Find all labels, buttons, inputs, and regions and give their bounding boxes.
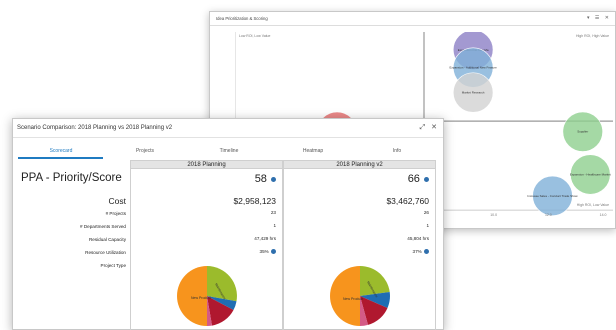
residual-capacity-value: 45,804 hrs: [407, 236, 429, 241]
bubble-label-4: Supplier: [577, 130, 588, 134]
utilization-number: 37%: [412, 249, 422, 254]
info-icon[interactable]: [424, 176, 429, 182]
project-type-label: Project Type: [100, 263, 126, 268]
bubble-label-5: Expansion - Healthcare Market: [570, 172, 611, 176]
project-type-pie-1[interactable]: New Product Maintenance: [175, 264, 239, 328]
projects-value: 23: [270, 210, 276, 215]
x-tick-label: 10.0: [490, 213, 497, 217]
departments-value: 1: [426, 223, 429, 228]
resource-utilization-label: Resource Utilization: [85, 250, 126, 255]
utilization-number: 35%: [259, 249, 269, 254]
pie-slice-orange: [330, 266, 360, 326]
back-window-title: Idea Prioritization & Scoring: [216, 16, 268, 21]
x-tick-label: 12.0: [545, 213, 552, 217]
tab-info[interactable]: Info: [367, 148, 427, 154]
scenario-column-1: 2018 Planning 58 $2,958,123 23 1 47,429 …: [130, 160, 283, 330]
row-labels: Cost # Projects # Departments Served Res…: [13, 119, 126, 330]
bubble-label-1: Expansion - Additional New Feature: [449, 66, 497, 70]
projects-value: 26: [423, 210, 429, 215]
pie-label-new-product: New Product: [191, 296, 211, 300]
quadrant-label-bottom-right: High ROI, Low Value: [577, 203, 609, 207]
tab-heatmap[interactable]: Heatmap: [283, 148, 343, 154]
scenario-column-2: 2018 Planning v2 66 $3,462,760 26 1 45,8…: [283, 160, 436, 330]
departments-value: 1: [273, 223, 276, 228]
scenario-name: 2018 Planning v2: [284, 160, 435, 169]
scenario-name: 2018 Planning: [131, 160, 282, 169]
scenario-comparison-window: Scenario Comparison: 2018 Planning vs 20…: [12, 118, 444, 330]
back-window-controls[interactable]: ▾ ☰ ✕: [587, 15, 611, 21]
score-value: 66: [408, 173, 429, 185]
score-number: 58: [254, 173, 267, 185]
tab-timeline[interactable]: Timeline: [199, 148, 259, 154]
x-tick-label: 14.0: [600, 213, 607, 217]
cost-value: $3,462,760: [386, 196, 429, 206]
back-window-titlebar: Idea Prioritization & Scoring ▾ ☰ ✕: [210, 12, 615, 26]
residual-capacity-value: 47,429 hrs: [254, 236, 276, 241]
projects-label: # Projects: [105, 211, 126, 216]
score-value: 58: [255, 173, 276, 185]
quadrant-label-top-left: Low ROI, Low Value: [239, 34, 271, 38]
cost-value: $2,958,123: [233, 196, 276, 206]
info-icon[interactable]: [271, 249, 276, 255]
resource-utilization-value: 35%: [259, 249, 276, 255]
expand-icon[interactable]: ⤢: [420, 124, 426, 131]
resource-utilization-value: 37%: [412, 249, 429, 255]
residual-capacity-label: Residual Capacity: [88, 237, 126, 242]
project-type-pie-2[interactable]: New Product Maintenance: [328, 264, 392, 328]
info-icon[interactable]: [424, 249, 429, 255]
pie-label-new-product: New Product: [343, 297, 363, 301]
close-icon[interactable]: ✕: [431, 124, 437, 131]
cost-label: Cost: [108, 196, 126, 206]
bubble-label-6: Increase Sales - Conduct Trade Show: [527, 194, 578, 198]
quadrant-label-top-right: High ROI, High Value: [576, 34, 609, 38]
departments-label: # Departments Served: [80, 224, 126, 229]
score-number: 66: [407, 173, 420, 185]
info-icon[interactable]: [271, 176, 276, 182]
bubble-label-2: Market Research: [462, 91, 485, 95]
